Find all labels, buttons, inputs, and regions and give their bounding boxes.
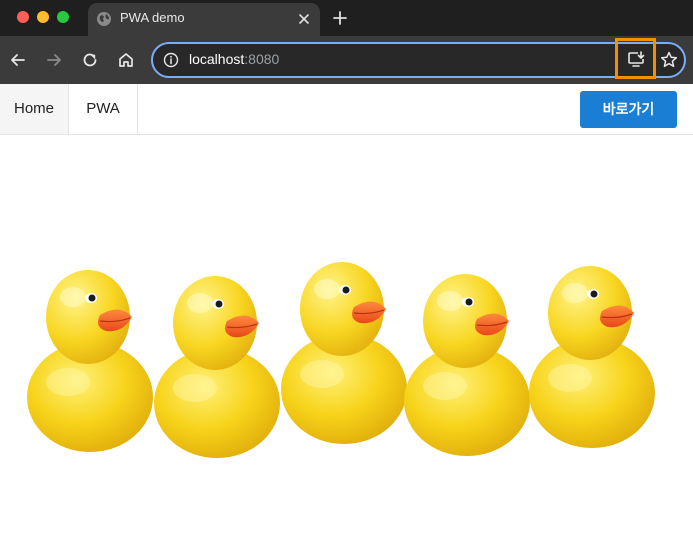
url-port: :8080 [244,51,280,67]
nav-home-link[interactable]: Home [0,84,69,134]
forward-button[interactable] [44,50,64,70]
url-text[interactable]: localhost:8080 [189,51,279,67]
tab-strip: PWA demo [0,0,693,36]
window-minimize-button[interactable] [37,11,49,23]
back-button[interactable] [8,50,28,70]
window-zoom-button[interactable] [57,11,69,23]
browser-window: PWA demo localhost:8080 Home PWA 바로가기 [0,0,693,548]
home-button[interactable] [116,50,136,70]
info-icon[interactable] [163,52,179,68]
address-bar[interactable]: localhost:8080 [151,42,686,78]
close-icon[interactable] [296,11,312,27]
page-viewport: Home PWA 바로가기 [0,84,693,548]
reload-button[interactable] [80,50,100,70]
globe-icon [97,12,111,26]
new-tab-plus-icon[interactable] [331,9,349,27]
star-icon[interactable] [659,50,679,70]
browser-toolbar: localhost:8080 [0,36,693,84]
window-close-button[interactable] [17,11,29,23]
url-host: localhost [189,51,245,67]
site-navbar: Home PWA 바로가기 [0,84,693,135]
tab-pwa-demo[interactable]: PWA demo [88,3,320,36]
hero-rubber-ducks-image [26,261,656,459]
install-app-icon[interactable] [627,50,645,68]
nav-pwa-link[interactable]: PWA [69,84,138,134]
tab-title: PWA demo [120,10,185,25]
go-button[interactable]: 바로가기 [580,91,677,128]
install-app-highlight[interactable] [615,38,656,79]
